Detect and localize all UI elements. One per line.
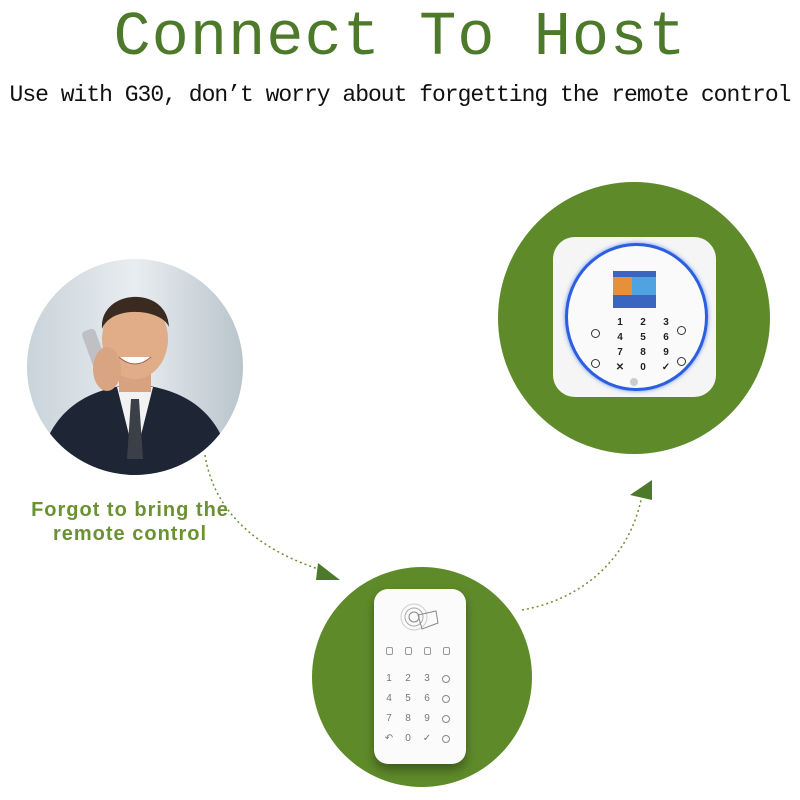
host-key[interactable]: 8 [636,347,650,358]
g30-host-panel: 1 2 3 4 5 6 7 8 9 ✕ 0 ✓ [553,237,716,397]
dotted-connector-2 [521,494,643,611]
status-led-icon [443,647,450,655]
shield-icon[interactable] [439,715,453,726]
forgot-remote-caption: Forgot to bring the remote control [10,498,250,546]
lock-icon[interactable] [439,675,453,686]
arrow-head-1 [316,563,340,580]
person-illustration [37,296,233,475]
host-key[interactable]: 2 [636,317,650,328]
host-key[interactable]: 4 [613,332,627,343]
status-led-icon [405,647,412,655]
remote-key[interactable]: 1 [382,673,396,684]
arm-icon[interactable] [591,329,600,338]
host-key[interactable]: 9 [659,347,673,358]
remote-key[interactable]: 0 [401,733,415,744]
touch-icon [632,277,656,295]
person-on-phone-photo [27,259,243,475]
remote-key[interactable]: 3 [420,673,434,684]
host-key[interactable]: 6 [659,332,673,343]
caption-line-2: remote control [52,523,208,545]
product-banner: Connect To Host Use with G30, don’t worr… [0,0,800,800]
remote-key[interactable]: 6 [420,693,434,704]
remote-key[interactable]: ✓ [420,733,434,744]
remote-key[interactable]: 2 [401,673,415,684]
host-key[interactable]: ✕ [613,362,627,373]
host-key[interactable]: 3 [659,317,673,328]
remote-key[interactable]: ↶ [382,733,396,744]
status-led-icon [424,647,431,655]
lock-icon [613,277,632,295]
rfid-card-tap-icon [400,603,439,631]
host-key[interactable]: 1 [613,317,627,328]
home-sensor-icon [630,378,638,386]
host-key[interactable]: 0 [636,362,650,373]
caption-line-1: Forgot to bring the [31,499,229,521]
remote-key[interactable]: 8 [401,713,415,724]
host-key[interactable]: ✓ [659,362,673,373]
remote-key[interactable]: 7 [382,713,396,724]
shield-icon[interactable] [439,695,453,706]
arrow-head-2 [630,480,652,500]
call-icon[interactable] [677,357,686,366]
sos-icon[interactable] [591,359,600,368]
disarm-icon[interactable] [677,326,686,335]
remote-key[interactable]: 4 [382,693,396,704]
host-key[interactable]: 7 [613,347,627,358]
sos-icon[interactable] [439,735,453,746]
host-key[interactable]: 5 [636,332,650,343]
host-lcd-screen [613,271,656,308]
rfid-keypad-remote: 1 2 3 4 5 6 7 8 9 ↶ 0 ✓ [374,589,466,764]
remote-key[interactable]: 5 [401,693,415,704]
status-led-icon [386,647,393,655]
remote-key[interactable]: 9 [420,713,434,724]
